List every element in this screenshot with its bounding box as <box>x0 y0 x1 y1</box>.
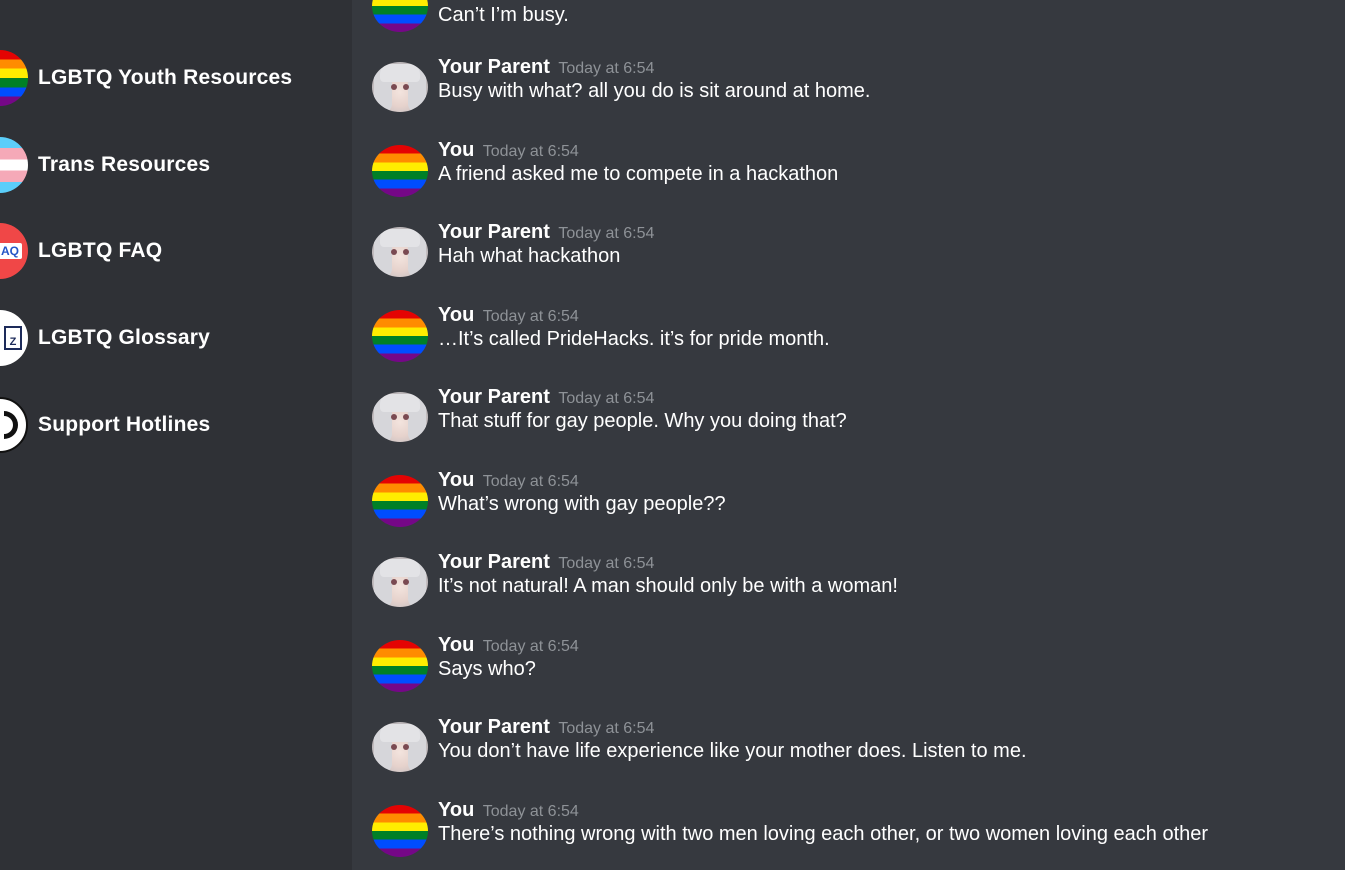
message-header: Your Parent Today at 6:54 <box>438 56 654 79</box>
message-text: A friend asked me to compete in a hackat… <box>438 163 839 185</box>
chat-message: Can’t I’m busy. <box>352 0 1345 50</box>
timestamp: Today at 6:54 <box>558 225 655 242</box>
message-text: That stuff for gay people. Why you doing… <box>438 410 847 432</box>
phone-handset-shape <box>4 411 18 439</box>
chat-message: You Today at 6:54 A friend asked me to c… <box>352 139 1345 215</box>
chat-message: You Today at 6:54 Says who? <box>352 634 1345 710</box>
timestamp: Today at 6:54 <box>482 803 579 820</box>
message-text: Hah what hackathon <box>438 245 621 267</box>
chat-message: You Today at 6:54 What’s wrong with gay … <box>352 469 1345 545</box>
parent-avatar[interactable] <box>372 62 428 112</box>
user-avatar[interactable] <box>372 475 428 527</box>
author-name[interactable]: You <box>438 799 474 821</box>
message-header: Your Parent Today at 6:54 <box>438 716 654 739</box>
sidebar-item-label: Support Hotlines <box>38 413 211 436</box>
parent-avatar[interactable] <box>372 557 428 607</box>
glossary-book-icon: Z <box>0 310 28 366</box>
message-header: You Today at 6:54 <box>438 469 579 492</box>
author-name[interactable]: Your Parent <box>438 221 550 243</box>
chat-message: Your Parent Today at 6:54 Hah what hacka… <box>352 221 1345 297</box>
author-name[interactable]: Your Parent <box>438 386 550 408</box>
timestamp: Today at 6:54 <box>482 473 579 490</box>
glossary-book-text: Z <box>4 326 22 350</box>
sidebar-item-label: Trans Resources <box>38 153 211 176</box>
timestamp: Today at 6:54 <box>558 390 655 407</box>
author-name[interactable]: You <box>438 634 474 656</box>
app-window: LGBTQ Youth Resources Trans Resources AQ… <box>0 0 1345 870</box>
parent-avatar[interactable] <box>372 722 428 772</box>
chat-message: You Today at 6:54 …It’s called PrideHack… <box>352 304 1345 380</box>
sidebar-item-lgbtq-glossary[interactable]: Z LGBTQ Glossary <box>0 310 352 366</box>
parent-avatar[interactable] <box>372 227 428 277</box>
timestamp: Today at 6:54 <box>558 60 655 77</box>
trans-flag-icon <box>0 137 28 193</box>
message-text: Can’t I’m busy. <box>438 4 569 26</box>
sidebar-item-lgbtq-youth-resources[interactable]: LGBTQ Youth Resources <box>0 50 352 106</box>
message-text: You don’t have life experience like your… <box>438 740 1027 762</box>
chat-message: Your Parent Today at 6:54 Busy with what… <box>352 56 1345 132</box>
user-avatar[interactable] <box>372 145 428 197</box>
message-text: There’s nothing wrong with two men lovin… <box>438 823 1209 845</box>
timestamp: Today at 6:54 <box>482 638 579 655</box>
phone-icon <box>0 397 28 453</box>
rainbow-flag-icon <box>0 50 28 106</box>
author-name[interactable]: Your Parent <box>438 56 550 78</box>
timestamp: Today at 6:54 <box>482 308 579 325</box>
chat-message: Your Parent Today at 6:54 It’s not natur… <box>352 551 1345 627</box>
message-header: Your Parent Today at 6:54 <box>438 386 654 409</box>
faq-icon-text: AQ <box>0 243 22 259</box>
message-header: You Today at 6:54 <box>438 139 579 162</box>
sidebar-item-label: LGBTQ Glossary <box>38 326 211 349</box>
message-header: You Today at 6:54 <box>438 634 579 657</box>
author-name[interactable]: Your Parent <box>438 716 550 738</box>
user-avatar[interactable] <box>372 805 428 857</box>
author-name[interactable]: You <box>438 304 474 326</box>
message-header: You Today at 6:54 <box>438 799 579 822</box>
parent-avatar[interactable] <box>372 392 428 442</box>
chat-message: You Today at 6:54 There’s nothing wrong … <box>352 799 1345 870</box>
sidebar-item-label: LGBTQ Youth Resources <box>38 66 293 89</box>
sidebar-item-trans-resources[interactable]: Trans Resources <box>0 137 352 193</box>
author-name[interactable]: You <box>438 469 474 491</box>
user-avatar[interactable] <box>372 310 428 362</box>
timestamp: Today at 6:54 <box>482 143 579 160</box>
chat-message: Your Parent Today at 6:54 That stuff for… <box>352 386 1345 462</box>
faq-icon: AQ <box>0 223 28 279</box>
user-avatar[interactable] <box>372 0 428 32</box>
message-header: Your Parent Today at 6:54 <box>438 551 654 574</box>
message-text: Says who? <box>438 658 536 680</box>
chat-message: Your Parent Today at 6:54 You don’t have… <box>352 716 1345 792</box>
message-text: …It’s called PrideHacks. it’s for pride … <box>438 328 830 350</box>
message-header: You Today at 6:54 <box>438 304 579 327</box>
author-name[interactable]: You <box>438 139 474 161</box>
timestamp: Today at 6:54 <box>558 720 655 737</box>
sidebar-item-support-hotlines[interactable]: Support Hotlines <box>0 397 352 453</box>
message-text: What’s wrong with gay people?? <box>438 493 726 515</box>
message-text: Busy with what? all you do is sit around… <box>438 80 871 102</box>
message-text: It’s not natural! A man should only be w… <box>438 575 898 597</box>
sidebar: LGBTQ Youth Resources Trans Resources AQ… <box>0 0 352 870</box>
chat-message-list[interactable]: Can’t I’m busy. Your Parent Today at 6:5… <box>352 0 1345 870</box>
sidebar-item-label: LGBTQ FAQ <box>38 239 163 262</box>
user-avatar[interactable] <box>372 640 428 692</box>
author-name[interactable]: Your Parent <box>438 551 550 573</box>
message-header: Your Parent Today at 6:54 <box>438 221 654 244</box>
sidebar-item-lgbtq-faq[interactable]: AQ LGBTQ FAQ <box>0 223 352 279</box>
timestamp: Today at 6:54 <box>558 555 655 572</box>
